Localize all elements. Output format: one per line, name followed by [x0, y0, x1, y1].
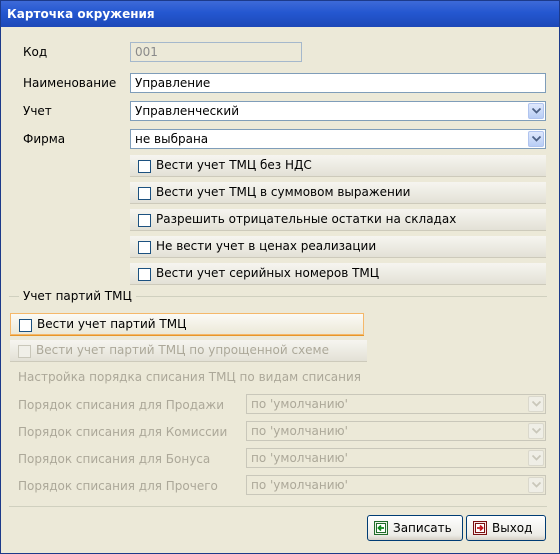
exit-button-label: Выход: [492, 521, 533, 535]
writeoff-label-commission: Порядок списания для Комиссии: [18, 425, 228, 439]
checkbox-simplified-scheme[interactable]: Вести учет партий ТМЦ по упрощенной схем…: [10, 340, 367, 362]
chevron-down-icon[interactable]: [528, 103, 544, 119]
code-field: 001: [130, 42, 302, 62]
writeoff-setup-title: Настройка порядка списания ТМЦ по видам …: [18, 370, 362, 384]
name-label: Наименование: [23, 76, 117, 90]
save-icon: [374, 521, 388, 535]
title-bar[interactable]: Карточка окружения: [1, 1, 559, 27]
chevron-down-icon[interactable]: [528, 396, 544, 412]
code-label: Код: [23, 45, 48, 59]
name-input[interactable]: Управление: [130, 73, 546, 93]
bottom-divider: [9, 506, 547, 507]
firm-label: Фирма: [23, 132, 66, 146]
chevron-down-icon[interactable]: [528, 131, 544, 147]
checkbox-no-vat[interactable]: Вести учет ТМЦ без НДС: [130, 155, 546, 177]
batches-group-title: Учет партий ТМЦ: [19, 289, 136, 303]
checkbox-label: Вести учет партий ТМЦ по упрощенной схем…: [36, 343, 329, 357]
checkbox-box[interactable]: [138, 160, 151, 173]
save-button-label: Записать: [393, 521, 452, 535]
checkbox-negative-stock[interactable]: Разрешить отрицательные остатки на склад…: [130, 209, 546, 231]
chevron-down-icon[interactable]: [528, 477, 544, 493]
checkbox-label: Вести учет серийных номеров ТМЦ: [156, 266, 380, 280]
writeoff-select-bonus[interactable]: по 'умолчанию': [246, 448, 546, 468]
dialog-window: Карточка окружения Код 001 Наименование …: [0, 0, 560, 554]
checkbox-track-batches[interactable]: Вести учет партий ТМЦ: [10, 313, 364, 335]
accounting-select[interactable]: Управленческий: [130, 101, 546, 121]
checkbox-label: Не вести учет в ценах реализации: [156, 239, 377, 253]
checkbox-box[interactable]: [138, 214, 151, 227]
window-title: Карточка окружения: [7, 7, 155, 21]
accounting-label: Учет: [23, 104, 52, 118]
checkbox-label: Вести учет партий ТМЦ: [37, 317, 187, 331]
checkbox-serial-numbers[interactable]: Вести учет серийных номеров ТМЦ: [130, 263, 546, 285]
writeoff-label-other: Порядок списания для Прочего: [18, 479, 218, 493]
checkbox-box[interactable]: [19, 319, 32, 332]
writeoff-label-bonus: Порядок списания для Бонуса: [18, 452, 211, 466]
accounting-value: Управленческий: [135, 104, 240, 118]
writeoff-value: по 'умолчанию': [251, 397, 348, 411]
writeoff-value: по 'умолчанию': [251, 424, 348, 438]
writeoff-select-other[interactable]: по 'умолчанию': [246, 475, 546, 495]
firm-value: не выбрана: [135, 132, 209, 146]
checkbox-label: Вести учет ТМЦ без НДС: [156, 158, 312, 172]
checkbox-label: Разрешить отрицательные остатки на склад…: [156, 212, 457, 226]
checkbox-box[interactable]: [18, 345, 31, 358]
checkbox-box[interactable]: [138, 268, 151, 281]
firm-select[interactable]: не выбрана: [130, 129, 546, 149]
checkbox-no-sale-prices[interactable]: Не вести учет в ценах реализации: [130, 236, 546, 258]
writeoff-select-sale[interactable]: по 'умолчанию': [246, 394, 546, 414]
writeoff-select-commission[interactable]: по 'умолчанию': [246, 421, 546, 441]
exit-icon: [473, 521, 487, 535]
checkbox-box[interactable]: [138, 187, 151, 200]
exit-button[interactable]: Выход: [466, 515, 546, 541]
checkbox-sum-expression[interactable]: Вести учет ТМЦ в суммовом выражении: [130, 182, 546, 204]
writeoff-value: по 'умолчанию': [251, 451, 348, 465]
save-button[interactable]: Записать: [367, 515, 463, 541]
checkbox-label: Вести учет ТМЦ в суммовом выражении: [156, 185, 411, 199]
checkbox-box[interactable]: [138, 241, 151, 254]
chevron-down-icon[interactable]: [528, 450, 544, 466]
writeoff-label-sale: Порядок списания для Продажи: [18, 398, 225, 412]
writeoff-value: по 'умолчанию': [251, 478, 348, 492]
chevron-down-icon[interactable]: [528, 423, 544, 439]
